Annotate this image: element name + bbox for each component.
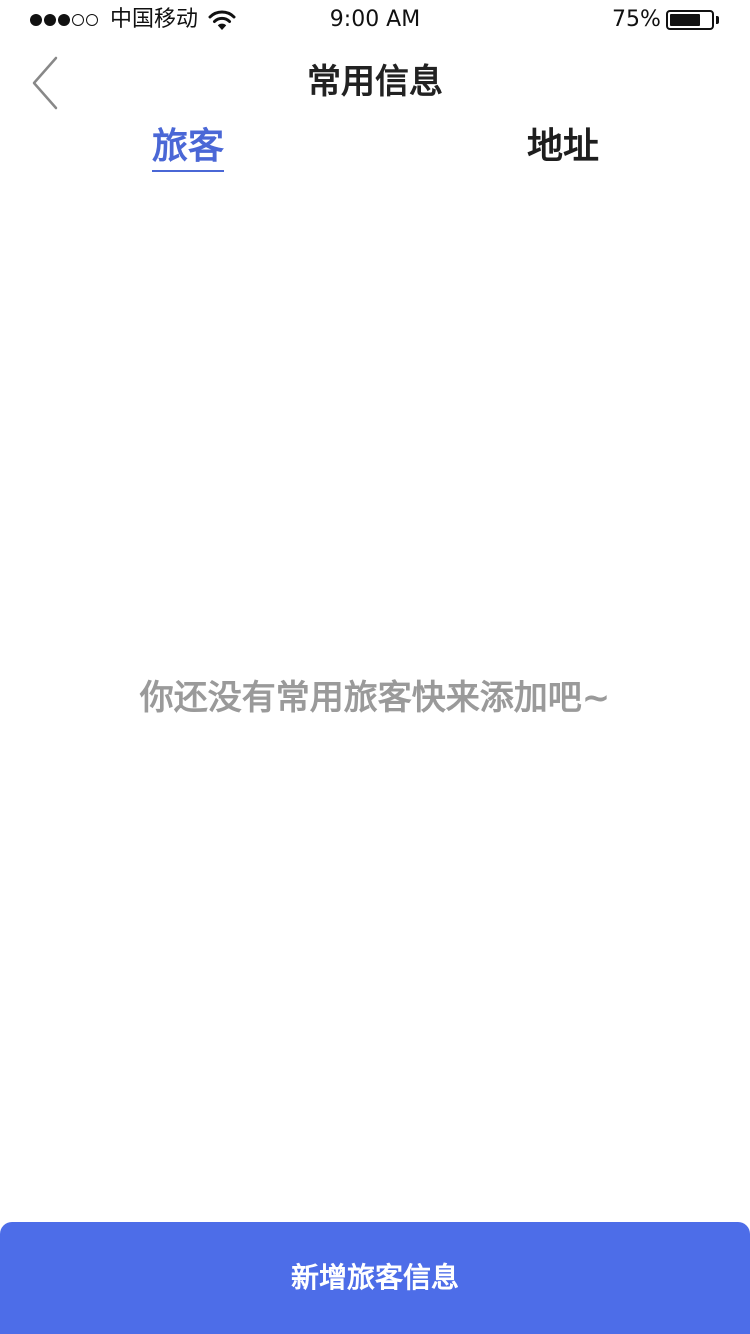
- status-bar: 中国移动 9:00 AM 75%: [0, 0, 750, 40]
- battery-percentage: 75%: [612, 7, 661, 32]
- empty-state-message: 你还没有常用旅客快来添加吧~: [139, 678, 611, 718]
- add-traveler-button[interactable]: 新增旅客信息: [0, 1222, 750, 1334]
- battery-icon: [666, 10, 714, 30]
- tab-address[interactable]: 地址: [527, 124, 599, 170]
- page-title: 常用信息: [307, 62, 443, 102]
- battery-level: [670, 14, 700, 26]
- tab-travelers[interactable]: 旅客: [152, 124, 225, 172]
- battery-cap: [716, 16, 719, 24]
